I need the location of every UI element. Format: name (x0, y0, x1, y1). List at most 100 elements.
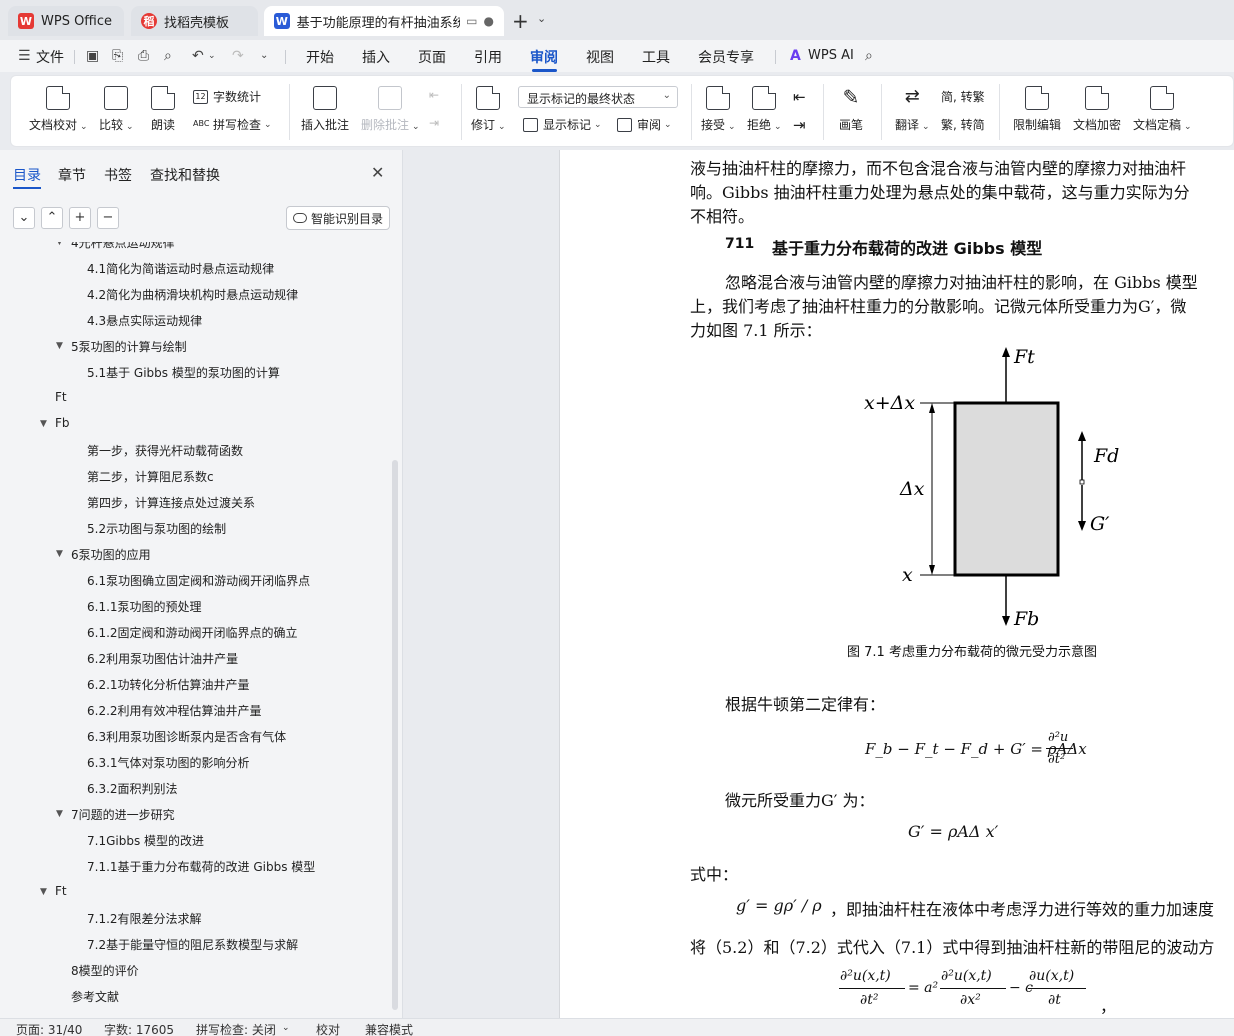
next-comment-icon[interactable]: ⇥ (429, 116, 439, 130)
tab-wps-office[interactable]: W WPS Office (8, 6, 124, 36)
expand-arrow-icon[interactable]: ▼ (56, 549, 63, 559)
print-icon[interactable]: ⎙ (138, 48, 149, 64)
expand-arrow-icon[interactable]: ▼ (40, 887, 47, 897)
toc-item[interactable]: 6.2利用泵功图估计油井产量 (87, 650, 238, 667)
next-change-icon[interactable]: ⇥ (793, 116, 806, 134)
save-icon[interactable]: ▣ (86, 48, 99, 64)
finalize-button[interactable]: 文档定稿 ⌄ (1133, 86, 1192, 133)
toc-item[interactable]: 7.2基于能量守恒的阻尼系数模型与求解 (87, 936, 298, 953)
toc-item[interactable]: 第一步，获得光杆动载荷函数 (87, 442, 243, 459)
smart-toc-button[interactable]: 智能识别目录 (286, 206, 390, 230)
menu-file[interactable]: 文件 (36, 47, 64, 67)
undo-icon[interactable]: ↶ (192, 48, 204, 64)
toc-item[interactable]: 第二步，计算阻尼系数c (87, 468, 214, 485)
menu-membership[interactable]: 会员专享 (698, 47, 754, 67)
toc-item[interactable]: 7.1.1基于重力分布载荷的改进 Gibbs 模型 (87, 858, 315, 875)
menu-home[interactable]: 开始 (306, 47, 334, 67)
chevron-down-icon[interactable]: ⌄ (537, 12, 546, 25)
review-pane-button[interactable]: 审阅 ⌄ (617, 116, 672, 133)
prev-change-icon[interactable]: ⇤ (793, 88, 806, 106)
tab-docer-templates[interactable]: 稻 找稻壳模板 (131, 6, 258, 36)
toc-item[interactable]: 6.1.1泵功图的预处理 (87, 598, 202, 615)
redo-icon[interactable]: ↷ (232, 48, 244, 64)
menu-insert[interactable]: 插入 (362, 47, 390, 67)
toc-item[interactable]: 6.3利用泵功图诊断泵内是否含有气体 (87, 728, 286, 745)
toc-item[interactable]: 第四步，计算连接点处过渡关系 (87, 494, 255, 511)
toc-item[interactable]: 5.2示功图与泵功图的绘制 (87, 520, 226, 537)
share-icon[interactable]: ⎘ (112, 48, 123, 64)
toc-item[interactable]: 5.1基于 Gibbs 模型的泵功图的计算 (87, 364, 280, 381)
more-chevron-icon[interactable]: ⌄ (260, 50, 268, 61)
close-icon[interactable]: ✕ (371, 163, 384, 182)
toc-item[interactable]: 8模型的评价 (71, 962, 139, 979)
search-icon[interactable]: ⌕ (865, 48, 873, 64)
toc-item[interactable]: Fb (55, 416, 70, 430)
read-aloud-button[interactable]: 朗读 (151, 86, 175, 133)
toc-item[interactable]: 6.2.1功转化分析估算油井产量 (87, 676, 250, 693)
tab-sections[interactable]: 章节 (58, 165, 86, 185)
accept-button[interactable]: 接受 ⌄ (701, 86, 736, 133)
pen-button[interactable]: ✎ 画笔 (839, 86, 863, 133)
spell-check-status[interactable]: 拼写检查: 关闭 (196, 1021, 276, 1036)
document-page[interactable]: 液与抽油杆柱的摩擦力，而不包含混合液与油管内壁的摩擦力对抽油杆 响。Gibbs … (559, 150, 1234, 1018)
print-preview-icon[interactable]: ⌕ (164, 48, 172, 64)
menu-tools[interactable]: 工具 (642, 47, 670, 67)
delete-comment-button[interactable]: 删除批注 ⌄ (361, 86, 420, 133)
tab-bookmarks[interactable]: 书签 (104, 165, 132, 185)
hamburger-icon[interactable]: ☰ (18, 48, 31, 64)
chevron-down-icon[interactable]: ⌄ (282, 1023, 290, 1033)
toc-item[interactable]: 7.1Gibbs 模型的改进 (87, 832, 204, 849)
toc-item[interactable]: 4光杆悬点运动规律 (71, 242, 175, 251)
encrypt-button[interactable]: 文档加密 (1073, 86, 1121, 133)
word-count-indicator[interactable]: 字数: 17605 (104, 1021, 174, 1036)
toc-item[interactable]: 6.2.2利用有效冲程估算油井产量 (87, 702, 262, 719)
menu-references[interactable]: 引用 (474, 47, 502, 67)
remove-level-button[interactable]: − (97, 207, 119, 229)
toc-item[interactable]: 4.3悬点实际运动规律 (87, 312, 202, 329)
to-simplified-button[interactable]: 繁, 转简 (941, 116, 985, 133)
toc-item[interactable]: 6.1.2固定阀和游动阀开闭临界点的确立 (87, 624, 298, 641)
proofread-status[interactable]: 校对 (316, 1021, 340, 1036)
toc-item[interactable]: 6.3.2面积判别法 (87, 780, 178, 797)
track-changes-button[interactable]: 修订 ⌄ (471, 86, 506, 133)
menu-view[interactable]: 视图 (586, 47, 614, 67)
undo-dropdown-icon[interactable]: ⌄ (208, 51, 216, 61)
reject-button[interactable]: 拒绝 ⌄ (747, 86, 782, 133)
markup-mode-select[interactable]: 显示标记的最终状态 ⌄ (518, 86, 678, 108)
menu-wps-ai[interactable]: WPS AI (808, 48, 854, 63)
tab-dot-icon[interactable]: ● (484, 14, 494, 28)
spell-check-button[interactable]: ABC 拼写检查 ⌄ (193, 116, 272, 133)
menu-review[interactable]: 审阅 (530, 47, 558, 67)
collapse-down-button[interactable]: ⌄ (13, 207, 35, 229)
toc-item[interactable]: 5泵功图的计算与绘制 (71, 338, 187, 355)
toc-item[interactable]: Ft (55, 884, 67, 898)
insert-comment-button[interactable]: 插入批注 (301, 86, 349, 133)
toc-item[interactable]: 6泵功图的应用 (71, 546, 151, 563)
toc-item[interactable]: Ft (55, 390, 67, 404)
toc-item[interactable]: 4.2简化为曲柄滑块机构时悬点运动规律 (87, 286, 298, 303)
tab-toc[interactable]: 目录 (13, 165, 41, 185)
toc-item[interactable]: 4.1简化为简谐运动时悬点运动规律 (87, 260, 274, 277)
screen-icon[interactable]: ▭ (466, 14, 477, 28)
toc-item[interactable]: 6.3.1气体对泵功图的影响分析 (87, 754, 250, 771)
word-count-button[interactable]: 12 字数统计 (193, 88, 261, 105)
to-traditional-button[interactable]: 简, 转繁 (941, 88, 985, 105)
expand-arrow-icon[interactable]: ▼ (40, 419, 47, 429)
tab-find-replace[interactable]: 查找和替换 (150, 165, 220, 185)
collapse-up-button[interactable]: ⌃ (41, 207, 63, 229)
expand-arrow-icon[interactable]: ▼ (56, 809, 63, 819)
doc-proof-button[interactable]: 文档校对 ⌄ (29, 86, 88, 133)
restrict-editing-button[interactable]: 限制编辑 (1013, 86, 1061, 133)
toc-item[interactable]: 参考文献 (71, 988, 119, 1005)
menu-layout[interactable]: 页面 (418, 47, 446, 67)
compare-button[interactable]: 比较 ⌄ (99, 86, 134, 133)
toc-item[interactable]: 6.1泵功图确立固定阀和游动阀开闭临界点 (87, 572, 310, 589)
add-level-button[interactable]: + (69, 207, 91, 229)
expand-arrow-icon[interactable]: ▼ (56, 242, 63, 247)
toc-item[interactable]: 7问题的进一步研究 (71, 806, 175, 823)
tab-document[interactable]: W 基于功能原理的有杆抽油系统 ▭ ● (264, 6, 504, 36)
expand-arrow-icon[interactable]: ▼ (56, 341, 63, 351)
new-tab-icon[interactable]: + (512, 9, 529, 33)
show-markup-button[interactable]: 显示标记 ⌄ (523, 116, 602, 133)
translate-button[interactable]: ⇄ 翻译 ⌄ (895, 86, 930, 133)
